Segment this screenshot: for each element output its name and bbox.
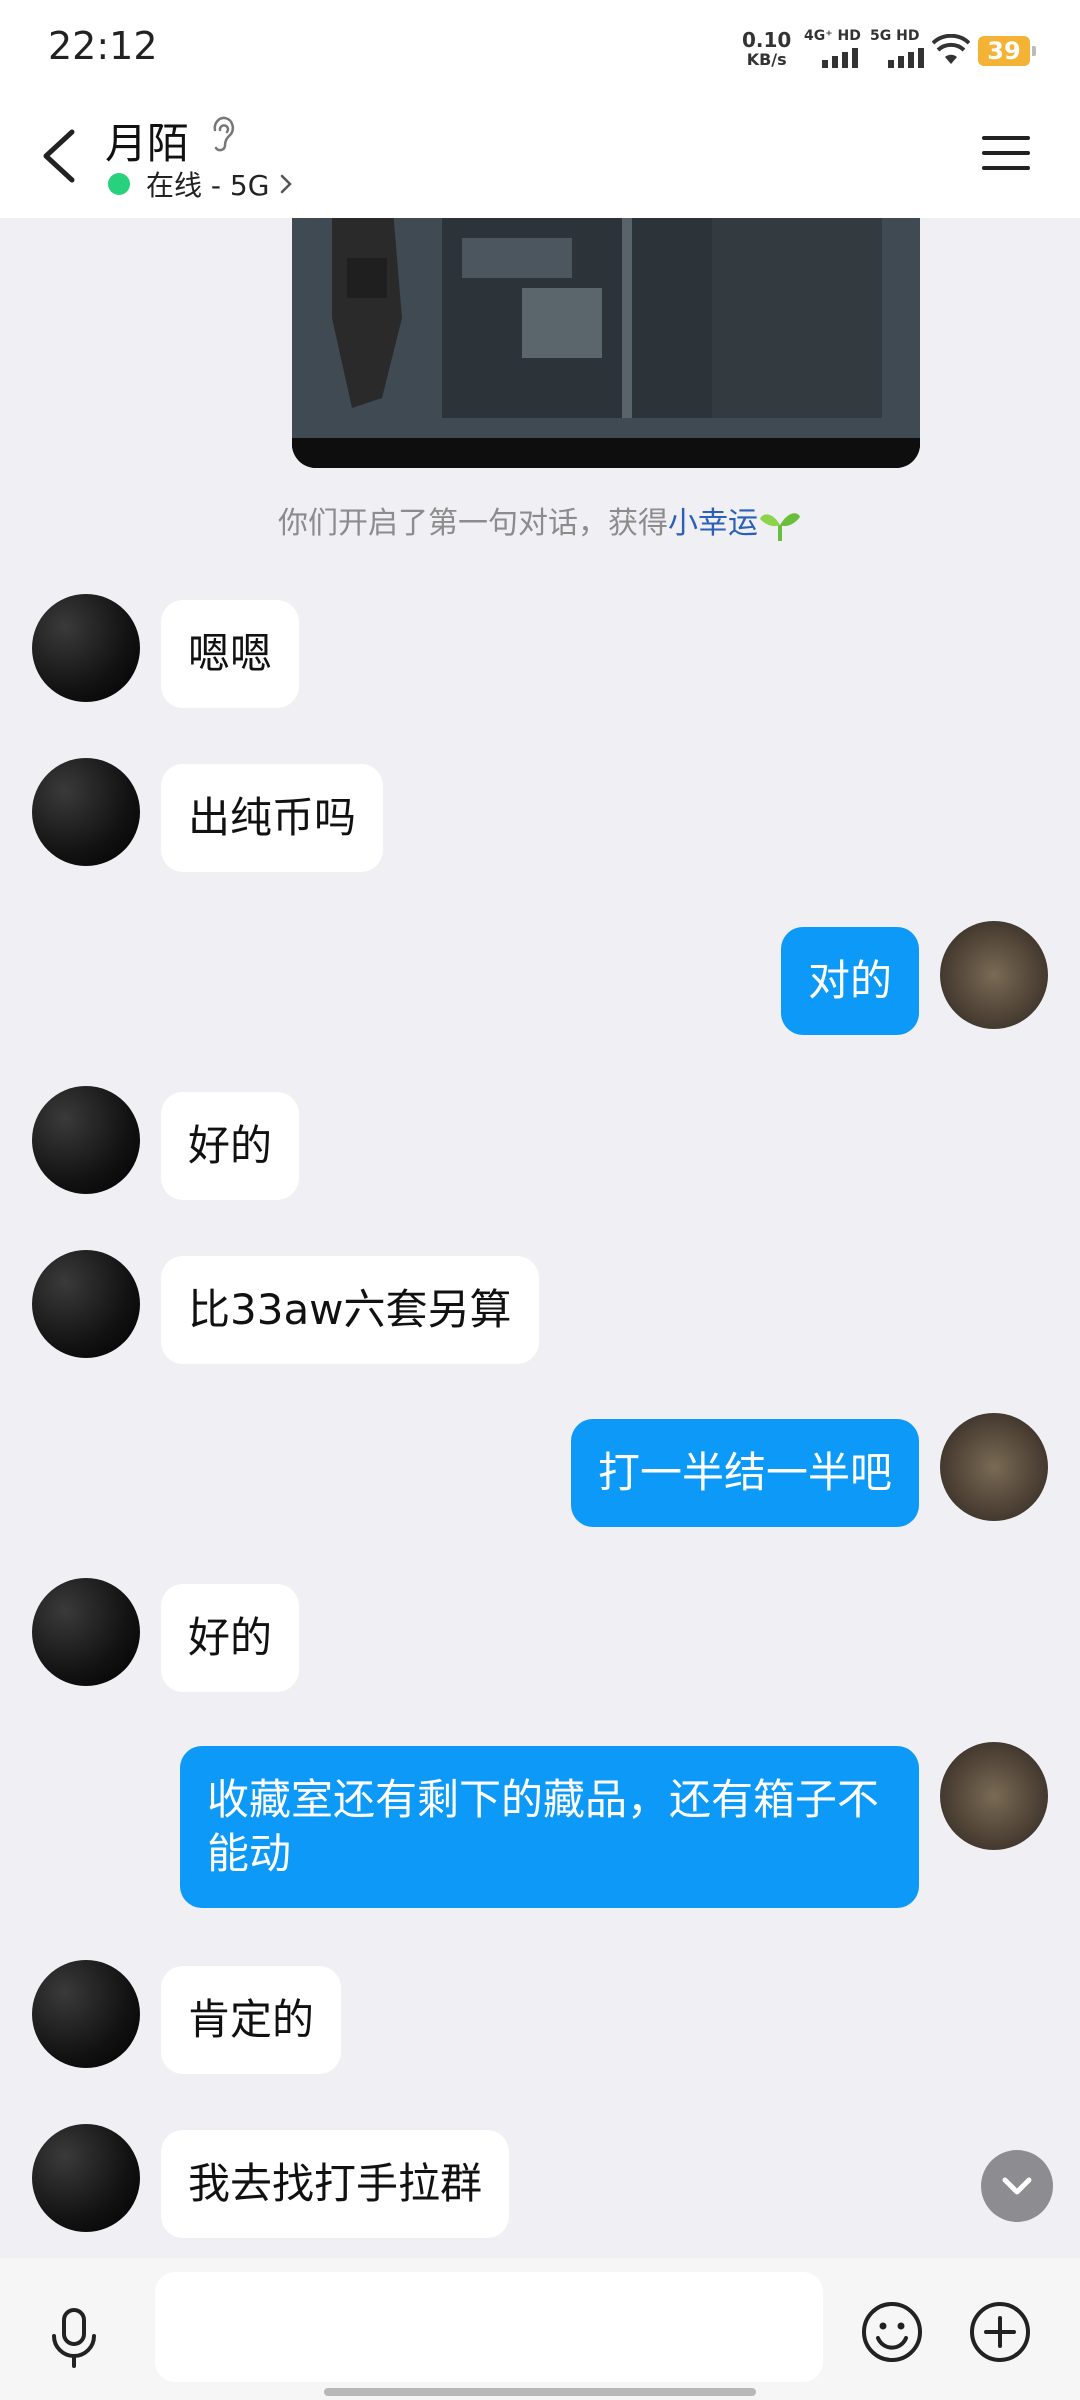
message-bubble-incoming[interactable]: 好的: [161, 1584, 300, 1692]
message-bubble-incoming[interactable]: 比33aw六套另算: [161, 1256, 539, 1364]
battery-indicator: 39: [978, 36, 1036, 66]
online-status-dot: [108, 173, 130, 195]
emoji-icon[interactable]: [860, 2300, 924, 2364]
my-avatar[interactable]: [940, 921, 1048, 1029]
menu-icon[interactable]: [980, 128, 1032, 178]
ear-icon[interactable]: [205, 114, 241, 154]
contact-status[interactable]: 在线 - 5G: [146, 164, 269, 204]
contact-name[interactable]: 月陌: [105, 110, 189, 171]
message-input[interactable]: [155, 2272, 823, 2382]
network-speed-unit: KB/s: [746, 50, 787, 69]
message-bubble-incoming[interactable]: 我去找打手拉群: [161, 2130, 510, 2238]
home-indicator[interactable]: [324, 2388, 756, 2396]
contact-avatar[interactable]: [32, 594, 140, 702]
network-speed: 0.10 KB/s: [742, 30, 791, 70]
contact-avatar[interactable]: [32, 1578, 140, 1686]
contact-avatar[interactable]: [32, 1960, 140, 2068]
status-bar: 22:12 0.10 KB/s 4G⁺ HD 5G HD 39: [0, 0, 1080, 100]
my-avatar[interactable]: [940, 1413, 1048, 1521]
my-avatar[interactable]: [940, 1742, 1048, 1850]
message-bubble-outgoing[interactable]: 对的: [780, 927, 919, 1035]
message-bubble-incoming[interactable]: 好的: [161, 1092, 300, 1200]
system-notice-text: 你们开启了第一句对话，获得: [278, 506, 668, 541]
contact-avatar[interactable]: [32, 1250, 140, 1358]
input-bar: [0, 2258, 1080, 2400]
image-message[interactable]: [292, 218, 920, 468]
contact-avatar[interactable]: [32, 758, 140, 866]
system-notice: 你们开启了第一句对话，获得小幸运: [0, 498, 1080, 545]
signal-bars-icon: [888, 48, 924, 68]
chat-header: 月陌 在线 - 5G: [0, 100, 1080, 218]
chevron-down-icon: [1002, 2177, 1032, 2226]
contact-avatar[interactable]: [32, 1086, 140, 1194]
chevron-right-icon[interactable]: [276, 170, 296, 198]
message-bubble-outgoing[interactable]: 收藏室还有剩下的藏品，还有箱子不能动: [180, 1746, 919, 1908]
scroll-to-bottom-button[interactable]: [981, 2150, 1053, 2226]
wifi-icon: [932, 34, 970, 64]
game-screenshot-image: [292, 218, 920, 468]
status-time: 22:12: [48, 24, 158, 68]
message-list[interactable]: 你们开启了第一句对话，获得小幸运 嗯嗯 出纯币吗 对的 好的 比33aw六套另算…: [0, 218, 1080, 2258]
message-bubble-incoming[interactable]: 肯定的: [161, 1966, 342, 2074]
signal-bars-icon: [822, 48, 858, 68]
plus-icon[interactable]: [968, 2300, 1032, 2364]
contact-avatar[interactable]: [32, 2124, 140, 2232]
microphone-icon[interactable]: [46, 2306, 102, 2370]
message-bubble-outgoing[interactable]: 打一半结一半吧: [570, 1419, 919, 1527]
sim1-label: 4G⁺ HD: [804, 28, 861, 44]
sprout-icon: [760, 512, 800, 541]
back-arrow-icon[interactable]: [32, 120, 92, 190]
message-bubble-incoming[interactable]: 嗯嗯: [161, 600, 300, 708]
lucky-link[interactable]: 小幸运: [668, 506, 758, 541]
sim2-label: 5G HD: [870, 28, 920, 44]
message-bubble-incoming[interactable]: 出纯币吗: [161, 764, 384, 872]
network-speed-value: 0.10: [742, 28, 792, 52]
